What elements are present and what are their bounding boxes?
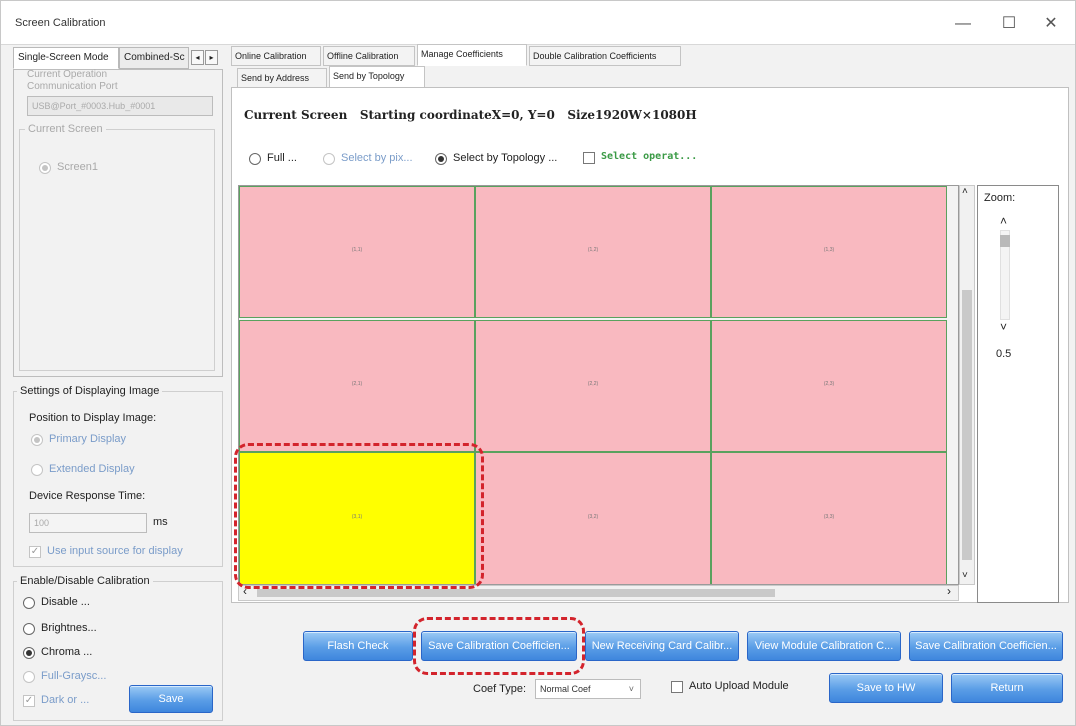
communication-port-label: Communication Port: [27, 81, 118, 92]
flash-check-button[interactable]: Flash Check: [303, 631, 413, 661]
chroma-radio[interactable]: [23, 647, 35, 659]
disable-label: Disable ...: [41, 596, 90, 608]
topology-cell[interactable]: (2,1): [239, 320, 475, 452]
full-radio[interactable]: [249, 153, 261, 165]
screen1-radio[interactable]: [39, 162, 51, 174]
response-time-unit: ms: [153, 516, 168, 528]
tab-double-calibration[interactable]: Double Calibration Coefficients: [529, 46, 681, 66]
select-by-pixel-radio[interactable]: [323, 153, 335, 165]
scroll-up-icon[interactable]: ˄: [962, 186, 968, 197]
coef-type-value: Normal Coef: [540, 684, 591, 694]
topology-cell-label: (1,3): [823, 247, 835, 253]
full-grayscale-label: Full-Graysc...: [41, 670, 107, 682]
primary-display-radio[interactable]: [31, 434, 43, 446]
topology-cell[interactable]: (2,2): [475, 320, 711, 452]
topology-cell-label: (2,2): [587, 381, 599, 387]
topology-cell-label: (2,3): [823, 381, 835, 387]
tab-offline-calibration[interactable]: Offline Calibration: [323, 46, 415, 66]
brightness-radio[interactable]: [23, 623, 35, 635]
zoom-slider-thumb[interactable]: [1000, 235, 1010, 247]
topology-cell-label: (1,2): [587, 247, 599, 253]
current-operation-label: Current Operation: [27, 69, 108, 80]
zoom-label: Zoom:: [984, 192, 1016, 204]
topology-cell[interactable]: (3,3): [711, 452, 947, 584]
auto-upload-label: Auto Upload Module: [689, 680, 789, 692]
horizontal-scroll-thumb[interactable]: [257, 589, 775, 597]
brightness-label: Brightnes...: [41, 622, 97, 634]
grid-vertical-scrollbar[interactable]: ˄ ˅: [959, 185, 975, 585]
return-button[interactable]: Return: [951, 673, 1063, 703]
display-settings-title: Settings of Displaying Image: [17, 385, 163, 397]
title-bar: Screen Calibration — ☐ ✕: [1, 1, 1075, 45]
zoom-slider-track[interactable]: [1000, 230, 1010, 320]
select-operation-checkbox[interactable]: [583, 152, 595, 164]
topology-cell[interactable]: (1,2): [475, 186, 711, 318]
save-button-highlight: [413, 617, 585, 675]
topology-cell[interactable]: (2,3): [711, 320, 947, 452]
window-title: Screen Calibration: [15, 17, 106, 29]
tab-combined-screen[interactable]: Combined-Sc: [119, 47, 189, 69]
tab-online-calibration[interactable]: Online Calibration: [231, 46, 321, 66]
zoom-down-icon[interactable]: ˅: [1000, 320, 1007, 334]
close-icon[interactable]: ✕: [1033, 11, 1069, 37]
topology-cell-label: (3,3): [823, 514, 835, 520]
topology-cell[interactable]: (1,1): [239, 186, 475, 318]
extended-display-radio[interactable]: [31, 464, 43, 476]
use-input-source-checkbox[interactable]: ✓: [29, 546, 41, 558]
screen1-label: Screen1: [57, 161, 98, 173]
topology-cell-label: (2,1): [351, 381, 363, 387]
tab-manage-coefficients[interactable]: Manage Coefficients: [417, 44, 527, 66]
topology-cell-label: (1,1): [351, 247, 363, 253]
full-label: Full ...: [267, 152, 297, 164]
disable-radio[interactable]: [23, 597, 35, 609]
topology-cell[interactable]: (3,2): [475, 452, 711, 584]
select-by-pixel-label: Select by pix...: [341, 152, 413, 164]
current-screen-label: Current Screen: [25, 123, 106, 135]
response-time-input[interactable]: 100: [29, 513, 147, 533]
position-label: Position to Display Image:: [29, 412, 157, 424]
selected-cell-highlight: [234, 443, 484, 589]
calibration-window: Screen Calibration — ☐ ✕ Single-Screen M…: [0, 0, 1076, 726]
chevron-down-icon: ˅: [628, 684, 634, 694]
select-operation-label: Select operat...: [601, 151, 698, 162]
zoom-up-icon[interactable]: ˄: [1000, 214, 1007, 228]
bottom-action-bar: [231, 605, 1069, 723]
topology-cell-label: (3,2): [587, 514, 599, 520]
minimize-icon[interactable]: —: [945, 11, 981, 37]
save-to-hw-button[interactable]: Save to HW: [829, 673, 943, 703]
tab-single-screen-mode[interactable]: Single-Screen Mode: [13, 47, 119, 69]
zoom-value: 0.5: [996, 348, 1012, 360]
coef-type-select[interactable]: Normal Coef ˅: [535, 679, 641, 699]
scroll-down-icon[interactable]: ˅: [962, 570, 968, 581]
tab-send-by-topology[interactable]: Send by Topology: [329, 66, 425, 88]
chroma-label: Chroma ...: [41, 646, 93, 658]
zoom-panel: Zoom: ˄ ˅ 0.5: [977, 185, 1059, 603]
new-receiving-card-calibration-button[interactable]: New Receiving Card Calibr...: [585, 631, 739, 661]
scroll-right-icon[interactable]: ›: [947, 584, 951, 598]
communication-port-select[interactable]: USB@Port_#0003.Hub_#0001: [27, 96, 213, 116]
primary-display-label: Primary Display: [49, 433, 127, 445]
use-input-source-label: Use input source for display: [47, 545, 183, 557]
vertical-scroll-thumb[interactable]: [962, 290, 972, 560]
tab-send-by-address[interactable]: Send by Address: [237, 68, 327, 88]
save-button[interactable]: Save: [129, 685, 213, 713]
tab-next-arrow-icon[interactable]: ▸: [205, 50, 218, 65]
save-calibration-coefficients-2-button[interactable]: Save Calibration Coefficien...: [909, 631, 1063, 661]
maximize-icon[interactable]: ☐: [991, 11, 1027, 37]
coef-type-label: Coef Type:: [473, 683, 526, 695]
view-module-calibration-button[interactable]: View Module Calibration C...: [747, 631, 901, 661]
full-grayscale-radio[interactable]: [23, 671, 35, 683]
response-time-label: Device Response Time:: [29, 490, 146, 502]
select-by-topology-radio[interactable]: [435, 153, 447, 165]
topology-cell[interactable]: (1,3): [711, 186, 947, 318]
select-by-topology-label: Select by Topology ...: [453, 152, 558, 164]
extended-display-label: Extended Display: [49, 463, 135, 475]
current-screen-info: Current Screen Starting coordinateX=0, Y…: [244, 108, 697, 122]
calibration-toggle-title: Enable/Disable Calibration: [17, 575, 153, 587]
tab-prev-arrow-icon[interactable]: ◂: [191, 50, 204, 65]
dark-checkbox[interactable]: ✓: [23, 695, 35, 707]
dark-label: Dark or ...: [41, 694, 90, 706]
auto-upload-checkbox[interactable]: [671, 681, 683, 693]
